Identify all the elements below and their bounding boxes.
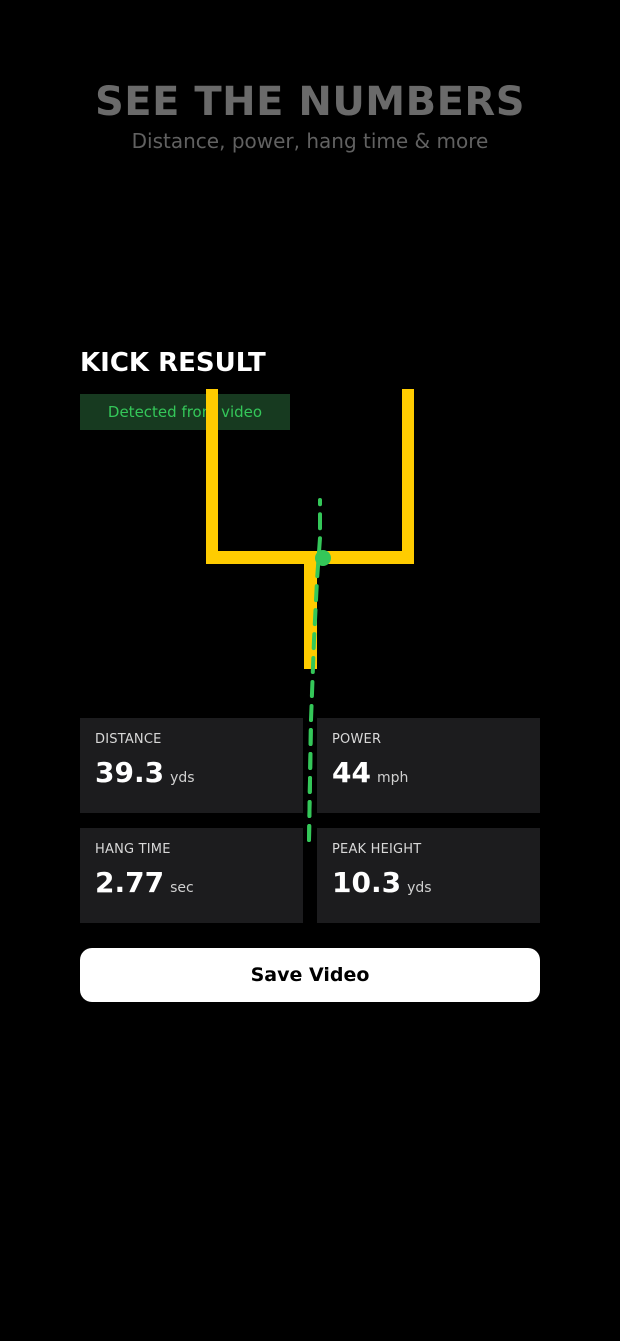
stat-card-distance: DISTANCE 39.3 yds (80, 718, 303, 813)
stat-label: POWER (332, 732, 382, 747)
ball-marker (315, 550, 331, 566)
goal-crossbar (206, 551, 414, 564)
stat-card-peak-height: PEAK HEIGHT 10.3 yds (317, 828, 540, 923)
hero-title: SEE THE NUMBERS (94, 79, 526, 125)
kick-result-title: KICK RESULT (80, 348, 266, 378)
stat-value: 44 (332, 756, 371, 789)
stat-card-hang-time: HANG TIME 2.77 sec (80, 828, 303, 923)
stat-label: HANG TIME (95, 842, 171, 857)
stat-value: 2.77 (95, 866, 165, 899)
stat-card-power: POWER 44 mph (317, 718, 540, 813)
save-video-button[interactable]: Save Video (80, 948, 540, 1002)
stat-value: 10.3 (332, 866, 402, 899)
stat-label: DISTANCE (95, 732, 162, 747)
goal-post (206, 389, 414, 669)
goal-right-upright (402, 389, 414, 564)
kick-trajectory-overlay-line (307, 718, 313, 842)
stat-unit: sec (170, 880, 194, 896)
hero-subtitle: Distance, power, hang time & more (131, 129, 489, 153)
stat-unit: mph (376, 770, 409, 786)
stat-label: PEAK HEIGHT (332, 842, 422, 857)
goal-base-post (304, 551, 317, 669)
stat-unit: yds (170, 770, 195, 786)
detected-badge: Detected from video (80, 394, 290, 430)
stat-value: 39.3 (95, 756, 165, 789)
stat-unit: yds (407, 880, 432, 896)
